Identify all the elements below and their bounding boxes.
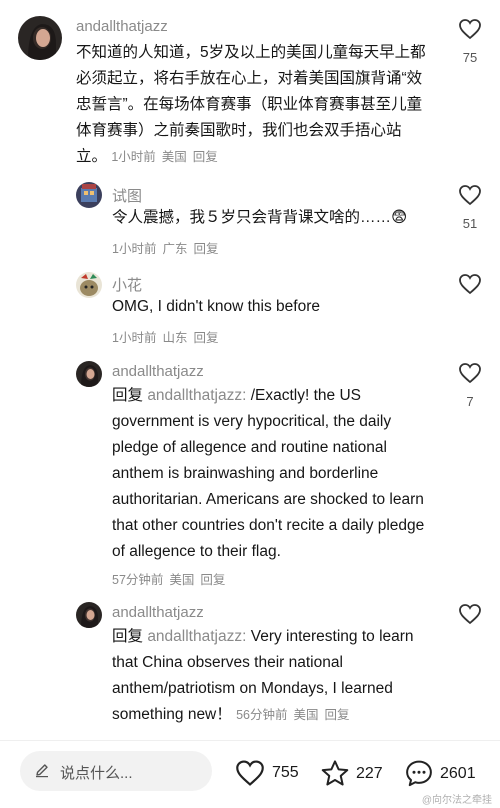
avatar[interactable] (76, 272, 102, 298)
comment-text: 令人震撼，我５岁只会背背课文啥的……😨 (112, 209, 408, 226)
avatar[interactable] (76, 602, 102, 628)
post-comment-count: 2601 (440, 764, 476, 782)
comment-meta: 1小时前 广东 回复 (112, 242, 219, 256)
comment-username[interactable]: 试图 (112, 185, 142, 206)
heart-icon (459, 604, 481, 625)
comment-username[interactable]: andallthatjazz (112, 604, 204, 621)
bottom-bar: 说点什么... 755 227 2601 @向尔法之牵挂 (0, 740, 500, 808)
heart-icon (459, 363, 481, 384)
like-button[interactable]: 51 (455, 184, 485, 231)
heart-icon (459, 185, 481, 206)
avatar[interactable] (18, 16, 62, 60)
like-button[interactable]: 75 (455, 18, 485, 65)
comment-text: OMG, I didn't know this before (112, 298, 320, 315)
watermark: @向尔法之牵挂 (421, 795, 492, 806)
comment-meta: 1小时前 美国 回复 (111, 150, 218, 164)
comment-text: 回复 andallthatjazz: /Exactly! the US gove… (112, 387, 425, 560)
comment-meta: 57分钟前 美国 回复 (112, 573, 226, 587)
speech-bubble-icon (406, 760, 432, 787)
reply-button[interactable]: 回复 (200, 573, 225, 587)
comment-text: 回复 andallthatjazz: Very interesting to l… (112, 628, 414, 723)
heart-icon (459, 274, 481, 295)
comment-text: 不知道的人知道，5岁及以上的美国儿童每天早上都必须起立，将右手放在心上，对着美国… (76, 44, 426, 165)
avatar[interactable] (76, 361, 102, 387)
comment-meta: 56分钟前 美国 回复 (236, 708, 350, 722)
like-count: 75 (462, 50, 478, 65)
post-like-count: 755 (272, 764, 299, 781)
comment-meta: 1小时前 山东 回复 (112, 331, 219, 345)
comment-post-button[interactable]: 2601 (404, 759, 476, 788)
heart-icon (459, 19, 481, 40)
comment-username[interactable]: 小花 (112, 274, 142, 295)
comment-input-placeholder: 说点什么... (60, 765, 133, 782)
like-post-button[interactable]: 755 (234, 759, 299, 787)
like-count: 7 (466, 394, 474, 409)
pencil-icon (36, 764, 48, 778)
comment-username[interactable]: andallthatjazz (76, 18, 168, 35)
reply-target-username[interactable]: andallthatjazz: (147, 387, 246, 404)
comment-input[interactable]: 说点什么... (20, 751, 212, 791)
like-button[interactable] (455, 603, 485, 635)
reply-button[interactable]: 回复 (193, 331, 218, 345)
like-count: 51 (462, 216, 478, 231)
star-icon (321, 760, 349, 786)
favorite-post-button[interactable]: 227 (320, 759, 383, 788)
like-button[interactable]: 7 (455, 362, 485, 409)
avatar[interactable] (76, 182, 102, 208)
reply-button[interactable]: 回复 (325, 708, 350, 722)
reply-button[interactable]: 回复 (193, 150, 218, 164)
reply-button[interactable]: 回复 (193, 242, 218, 256)
post-favorite-count: 227 (356, 764, 383, 782)
like-button[interactable] (455, 273, 485, 305)
heart-icon (236, 760, 264, 786)
comment-username[interactable]: andallthatjazz (112, 363, 204, 380)
reply-target-username[interactable]: andallthatjazz: (147, 628, 246, 645)
